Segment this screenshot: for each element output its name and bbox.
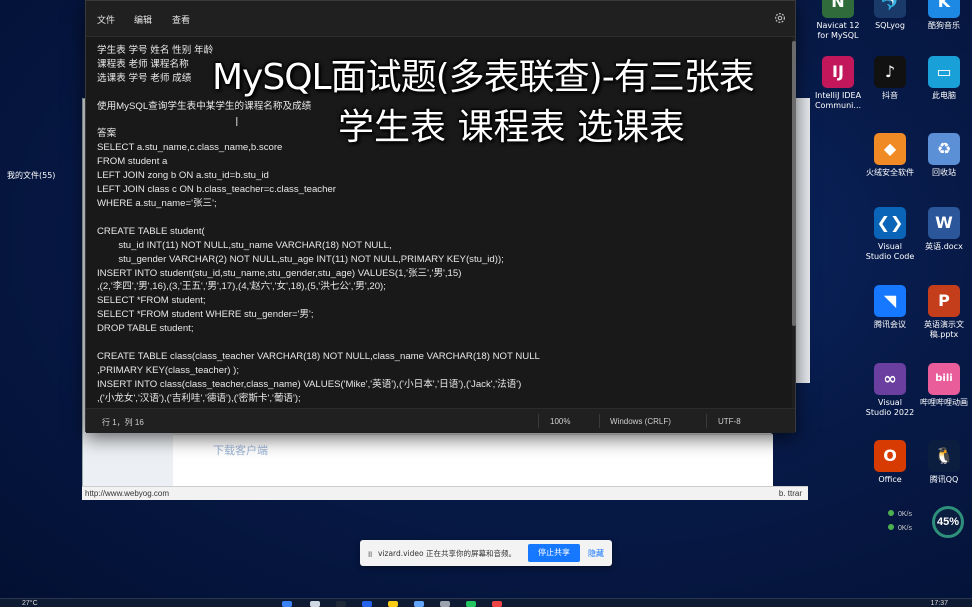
menu-file[interactable]: 文件 xyxy=(97,13,115,26)
download-speed: 0K/s xyxy=(898,525,913,532)
hide-button[interactable]: 隐藏 xyxy=(588,548,604,559)
screen-share-bar: ॥ vizard.video 正在共享你的屏幕和音频。 停止共享 隐藏 xyxy=(360,540,612,566)
desktop-icon-label: 回收站 xyxy=(932,168,956,177)
app-icon: O xyxy=(874,440,906,472)
encoding: UTF-8 xyxy=(718,417,741,426)
video-title-line-1: MySQL面试题(多表联查)-有三张表 xyxy=(212,57,755,98)
app-icon: ∞ xyxy=(874,363,906,395)
code-line: LEFT JOIN zong b ON a.stu_id=b.stu_id xyxy=(97,170,269,182)
upload-speed: 0K/s xyxy=(898,511,913,518)
app-icon: ◥ xyxy=(874,285,906,317)
code-line: ,(2,'李四','男',16),(3,'王五','男',17),(4,'赵六'… xyxy=(97,281,386,293)
clock[interactable]: 17:37 xyxy=(930,600,948,607)
performance-widget[interactable]: 0K/s 0K/s 45% xyxy=(888,506,966,538)
desktop-icon-label: 英语.docx xyxy=(925,242,963,251)
browser-status-url: http://www.webyog.com xyxy=(85,489,170,498)
notepad-taskbar-icon[interactable] xyxy=(440,601,450,607)
background-window-edge xyxy=(796,98,810,383)
text-cursor-icon: I xyxy=(235,115,239,129)
app-icon: ▭ xyxy=(928,56,960,88)
gear-icon[interactable] xyxy=(773,11,787,25)
cursor-position: 行 1，列 16 xyxy=(102,418,144,427)
code-line: SELECT *FROM student WHERE stu_gender='男… xyxy=(97,309,314,321)
browser-status-bar: http://www.webyog.com b. ttrar xyxy=(82,486,808,500)
desktop-icon-label: 哔哩哔哩动画 xyxy=(920,398,968,407)
menu-view[interactable]: 查看 xyxy=(172,13,190,26)
desktop-icon[interactable]: ▭ 此电脑 xyxy=(912,56,972,101)
start-icon[interactable] xyxy=(282,601,292,607)
task-view-icon[interactable] xyxy=(336,601,346,607)
code-line: LEFT JOIN class c ON b.class_teacher=c.c… xyxy=(97,184,336,196)
desktop-icon[interactable]: 🐧 腾讯QQ xyxy=(912,440,972,485)
desktop-icon-label: 英语演示文 稿.pptx xyxy=(924,320,964,339)
desktop-icon[interactable]: bili 哔哩哔哩动画 xyxy=(912,363,972,408)
desktop-icon-label: 酷狗音乐 xyxy=(928,21,960,30)
explorer-icon[interactable] xyxy=(388,601,398,607)
desktop-icon[interactable]: K 酷狗音乐 xyxy=(912,0,972,31)
code-line: CREATE TABLE class(class_teacher VARCHAR… xyxy=(97,350,540,362)
stop-sharing-button[interactable]: 停止共享 xyxy=(528,544,580,562)
code-line: stu_id INT(11) NOT NULL,stu_name VARCHAR… xyxy=(97,239,392,251)
code-line: CREATE TABLE student( xyxy=(97,225,205,237)
app-icon: bili xyxy=(928,363,960,395)
pause-icon[interactable]: ॥ xyxy=(367,547,372,560)
code-line: stu_gender VARCHAR(2) NOT NULL,stu_age I… xyxy=(97,253,504,265)
taskbar: 27°C 17:37 xyxy=(0,598,972,607)
app-icon: P xyxy=(928,285,960,317)
app-icon: K xyxy=(928,0,960,18)
weather-widget[interactable]: 27°C xyxy=(22,600,38,607)
status-bar: 行 1，列 16 100% Windows (CRLF) UTF-8 xyxy=(86,408,795,433)
zoom-level: 100% xyxy=(550,417,571,426)
edge-icon[interactable] xyxy=(362,601,372,607)
app-icon: 🐬 xyxy=(874,0,906,18)
code-line: ,PRIMARY KEY(class_teacher) ); xyxy=(97,364,239,376)
desktop-icon[interactable]: P 英语演示文 稿.pptx xyxy=(912,285,972,340)
app-icon: 🐧 xyxy=(928,440,960,472)
code-line: FROM student a xyxy=(97,156,168,168)
desktop-icon[interactable]: W 英语.docx xyxy=(912,207,972,252)
browser-status-right: b. ttrar xyxy=(778,489,802,498)
app-icon: ♪ xyxy=(874,56,906,88)
app-icon-2[interactable] xyxy=(492,601,502,607)
code-line: SELECT *FROM student; xyxy=(97,295,206,307)
app-icon: ❮❯ xyxy=(874,207,906,239)
app-icon: IJ xyxy=(822,56,854,88)
app-icon: ◆ xyxy=(874,133,906,165)
video-title-line-2: 学生表 课程表 选课表 xyxy=(338,107,685,148)
menu-bar: 文件 编辑 查看 xyxy=(86,1,795,37)
code-line: INSERT INTO class(class_teacher,class_na… xyxy=(97,378,522,390)
line-ending: Windows (CRLF) xyxy=(610,417,671,426)
vertical-scrollbar[interactable] xyxy=(792,41,796,326)
memory-percent: 45% xyxy=(932,506,964,538)
desktop-icon-label: 腾讯QQ xyxy=(929,475,959,484)
app-icon: N xyxy=(822,0,854,18)
app-icon: W xyxy=(928,207,960,239)
app-icon: ♻ xyxy=(928,133,960,165)
code-line: ,('小龙女','汉语'),('吉利哇','德语'),('密斯卡','葡语'); xyxy=(97,392,301,404)
code-line: DROP TABLE student; xyxy=(97,323,194,335)
desktop-icon-label: 此电脑 xyxy=(932,91,956,100)
code-line: WHERE a.stu_name='张三'; xyxy=(97,197,217,209)
desktop-file-label[interactable]: 我的文件(55) xyxy=(7,170,55,181)
desktop-icon[interactable]: ♻ 回收站 xyxy=(912,133,972,178)
code-line: INSERT INTO student(stu_id,stu_name,stu_… xyxy=(97,267,462,279)
download-client-link[interactable]: 下载客户端 xyxy=(213,442,268,458)
search-icon[interactable] xyxy=(310,601,320,607)
store-icon[interactable] xyxy=(414,601,424,607)
menu-edit[interactable]: 编辑 xyxy=(134,13,152,26)
share-message: vizard.video 正在共享你的屏幕和音频。 xyxy=(378,549,517,558)
app-icon[interactable] xyxy=(466,601,476,607)
